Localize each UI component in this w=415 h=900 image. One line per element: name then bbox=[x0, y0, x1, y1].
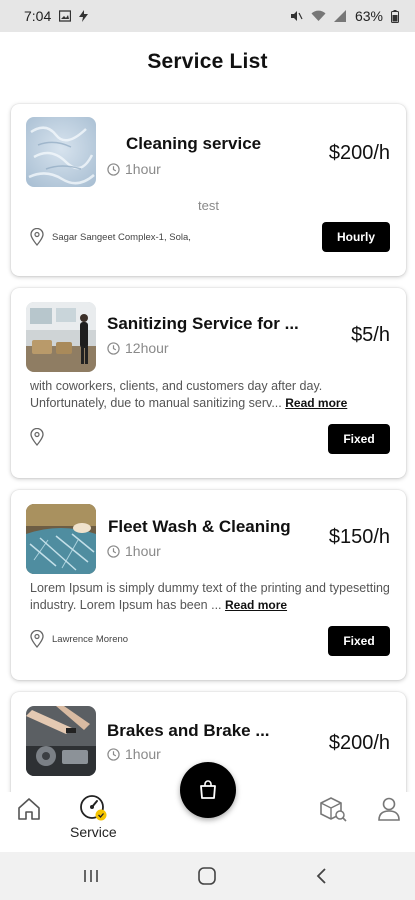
service-title: Sanitizing Service for ... bbox=[107, 314, 299, 333]
signal-icon bbox=[333, 10, 346, 22]
home-icon bbox=[18, 798, 40, 820]
service-price: $150/h bbox=[328, 526, 390, 548]
service-note: test bbox=[198, 198, 219, 213]
location-pin-icon bbox=[30, 228, 44, 246]
service-price: $200/h bbox=[328, 142, 390, 164]
recents-icon[interactable] bbox=[82, 864, 100, 888]
nav-service-label: Service bbox=[70, 824, 117, 840]
battery-percent: 63% bbox=[354, 8, 383, 24]
service-card-fleet-wash[interactable]: Fleet Wash & Cleaning 1hour $150/h Lorem… bbox=[11, 490, 406, 680]
service-image bbox=[26, 302, 96, 372]
service-card-sanitizing[interactable]: Sanitizing Service for ... 12hour $5/h w… bbox=[11, 288, 406, 478]
service-card-cleaning[interactable]: Cleaning service 1hour $200/h test Sagar… bbox=[11, 104, 406, 276]
service-location: Sagar Sangeet Complex-1, Sola, bbox=[30, 228, 191, 246]
service-description: Lorem Ipsum is simply dummy text of the … bbox=[30, 580, 390, 616]
package-search-icon bbox=[320, 797, 347, 822]
car-wash-image bbox=[26, 504, 96, 574]
office-sanitizing-image bbox=[26, 302, 96, 372]
location-pin-icon bbox=[30, 428, 44, 446]
service-gauge-icon bbox=[80, 795, 107, 821]
location-text: Sagar Sangeet Complex-1, Sola, bbox=[52, 231, 191, 243]
duration-text: 12hour bbox=[125, 340, 169, 356]
service-list[interactable]: Cleaning service 1hour $200/h test Sagar… bbox=[0, 92, 415, 792]
duration-text: 1hour bbox=[125, 161, 161, 177]
service-image bbox=[26, 706, 96, 776]
location-text: Lawrence Moreno bbox=[52, 633, 129, 645]
page-title: Service List bbox=[147, 50, 268, 73]
status-right: 63% bbox=[290, 8, 399, 24]
mute-icon bbox=[290, 11, 303, 21]
system-nav-bar bbox=[0, 852, 415, 900]
nav-package-search[interactable] bbox=[318, 796, 348, 824]
duration-text: 1hour bbox=[125, 543, 161, 559]
clock-icon bbox=[107, 162, 120, 176]
service-duration: 1hour bbox=[107, 543, 161, 559]
service-price: $200/h bbox=[328, 732, 390, 754]
status-left: 7:04 bbox=[24, 8, 89, 24]
wifi-icon bbox=[311, 10, 326, 21]
battery-icon bbox=[391, 9, 399, 23]
service-location: Lawrence Moreno bbox=[30, 630, 128, 648]
cart-fab-button[interactable] bbox=[180, 762, 236, 818]
service-title: Cleaning service bbox=[126, 134, 262, 153]
location-pin-icon bbox=[30, 630, 44, 648]
header: Service List bbox=[0, 32, 415, 92]
read-more-link[interactable]: Read more bbox=[285, 396, 347, 410]
description-text: Lorem Ipsum is simply dummy text of the … bbox=[30, 581, 390, 612]
fixed-badge-button[interactable]: Fixed bbox=[328, 626, 390, 656]
nav-service[interactable]: Service bbox=[70, 794, 117, 840]
shopping-bag-icon bbox=[200, 780, 216, 799]
clock-icon bbox=[107, 341, 120, 355]
hourly-badge-button[interactable]: Hourly bbox=[322, 222, 390, 252]
clock-icon bbox=[107, 747, 120, 761]
service-image bbox=[26, 504, 96, 574]
nav-home[interactable] bbox=[16, 796, 42, 822]
service-duration: 1hour bbox=[107, 746, 161, 762]
service-duration: 1hour bbox=[107, 161, 161, 177]
home-circle-icon[interactable] bbox=[196, 864, 218, 888]
clock-icon bbox=[107, 544, 120, 558]
nav-profile[interactable] bbox=[377, 796, 401, 822]
read-more-link[interactable]: Read more bbox=[225, 598, 287, 612]
service-image bbox=[26, 117, 96, 187]
status-bar: 7:04 63% bbox=[0, 0, 415, 32]
bolt-icon bbox=[79, 10, 89, 22]
car-engine-image bbox=[26, 706, 96, 776]
status-time: 7:04 bbox=[24, 8, 52, 24]
service-price: $5/h bbox=[351, 324, 390, 346]
service-duration: 12hour bbox=[107, 340, 169, 356]
duration-text: 1hour bbox=[125, 746, 161, 762]
service-title: Fleet Wash & Cleaning bbox=[108, 517, 291, 536]
gallery-icon bbox=[59, 10, 72, 22]
service-description: with coworkers, clients, and customers d… bbox=[30, 378, 390, 414]
service-location bbox=[30, 428, 52, 446]
back-icon[interactable] bbox=[314, 864, 330, 888]
frosted-glass-image bbox=[26, 117, 96, 187]
description-text: with coworkers, clients, and customers d… bbox=[30, 379, 323, 410]
fixed-badge-button[interactable]: Fixed bbox=[328, 424, 390, 454]
profile-icon bbox=[378, 797, 400, 821]
service-title: Brakes and Brake ... bbox=[107, 721, 270, 740]
